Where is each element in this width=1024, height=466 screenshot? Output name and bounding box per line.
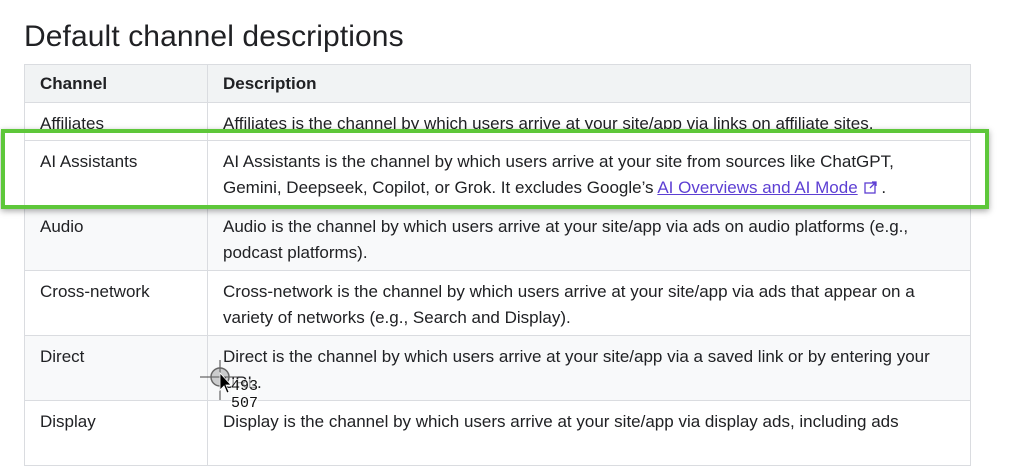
channel-cell: Audio: [25, 206, 208, 270]
table-row: AI Assistants AI Assistants is the chann…: [25, 141, 970, 206]
table-row: Direct Direct is the channel by which us…: [25, 336, 970, 401]
channel-table: Channel Description Affiliates Affiliate…: [24, 64, 971, 466]
table-row: Cross-network Cross-network is the chann…: [25, 271, 970, 336]
cursor-y-readout: 507: [231, 395, 259, 412]
description-cell: Cross-network is the channel by which us…: [223, 282, 915, 327]
page-title: Default channel descriptions: [24, 20, 404, 53]
cursor-x-readout: 493: [231, 378, 259, 395]
header-channel: Channel: [25, 65, 208, 102]
header-description: Description: [223, 74, 317, 93]
description-cell: AI Assistants is the channel by which us…: [208, 141, 970, 205]
channel-cell: AI Assistants: [25, 141, 208, 205]
channel-cell: Display: [25, 401, 208, 465]
channel-cell: Cross-network: [25, 271, 208, 335]
table-row: Display Display is the channel by which …: [25, 401, 970, 466]
description-cell: Direct is the channel by which users arr…: [223, 347, 930, 392]
description-cell: Display is the channel by which users ar…: [223, 412, 899, 431]
table-row: Audio Audio is the channel by which user…: [25, 206, 970, 271]
channel-cell: Affiliates: [25, 103, 208, 140]
description-cell: Affiliates is the channel by which users…: [223, 114, 874, 133]
table-row: Affiliates Affiliates is the channel by …: [25, 103, 970, 141]
table-header-row: Channel Description: [25, 65, 970, 103]
external-link-icon[interactable]: [864, 176, 877, 202]
description-text-end: .: [876, 178, 887, 197]
description-cell: Audio is the channel by which users arri…: [223, 217, 909, 262]
cursor-overlay: 493 507: [200, 360, 270, 415]
channel-cell: Direct: [25, 336, 208, 400]
ai-overviews-link[interactable]: AI Overviews and AI Mode: [657, 178, 857, 197]
